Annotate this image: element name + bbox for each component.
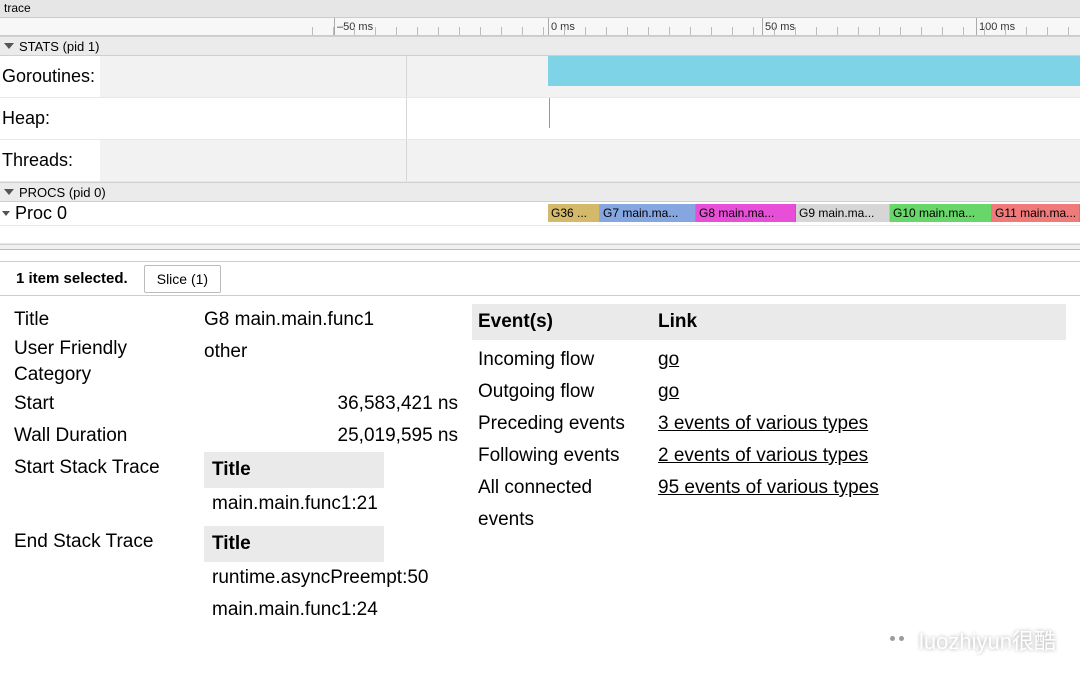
events-header-link: Link bbox=[652, 304, 1066, 340]
track-goroutines[interactable]: Goroutines: bbox=[0, 56, 1080, 98]
track-proc0-sub bbox=[0, 226, 1080, 244]
track-label-proc0: Proc 0 bbox=[0, 202, 100, 225]
detail-endstack-label: End Stack Trace bbox=[14, 526, 204, 626]
detail-title-value: G8 main.main.func1 bbox=[204, 304, 464, 336]
detail-start-label: Start bbox=[14, 388, 204, 420]
chevron-down-icon bbox=[2, 211, 10, 216]
detail-category-value: other bbox=[204, 336, 464, 388]
event-row: Preceding events 3 events of various type… bbox=[472, 408, 1066, 440]
event-row: Incoming flow go bbox=[472, 344, 1066, 376]
event-link[interactable]: go bbox=[658, 349, 679, 370]
tab-slice[interactable]: Slice (1) bbox=[144, 265, 221, 293]
ruler-tick: 50 ms bbox=[762, 18, 795, 35]
track-heap[interactable]: Heap: bbox=[0, 98, 1080, 140]
track-label-heap: Heap: bbox=[0, 98, 100, 139]
heap-mark[interactable] bbox=[549, 98, 550, 128]
event-row: All connected events 95 events of various… bbox=[472, 472, 1066, 536]
stack-frame: main.main.func1:24 bbox=[204, 594, 464, 626]
time-ruler[interactable]: –50 ms0 ms50 ms100 ms bbox=[0, 18, 1080, 36]
endstack-col-header: Title bbox=[204, 526, 384, 562]
proc-slice[interactable]: G9 main.ma... bbox=[796, 204, 890, 222]
events-header-event: Event(s) bbox=[472, 304, 652, 340]
selection-summary: 1 item selected. bbox=[16, 270, 128, 287]
chevron-down-icon bbox=[4, 43, 14, 49]
track-area-goroutines[interactable] bbox=[100, 56, 1080, 97]
detail-title-label: Title bbox=[14, 304, 204, 336]
stats-section-header[interactable]: STATS (pid 1) bbox=[0, 36, 1080, 56]
procs-section-header[interactable]: PROCS (pid 0) bbox=[0, 182, 1080, 202]
event-row: Outgoing flow go bbox=[472, 376, 1066, 408]
detail-wall-value: 25,019,595 ns bbox=[204, 420, 464, 452]
detail-start-value: 36,583,421 ns bbox=[204, 388, 464, 420]
event-name: Incoming flow bbox=[472, 344, 652, 376]
track-area-threads[interactable] bbox=[100, 140, 1080, 181]
event-link[interactable]: 95 events of various types bbox=[658, 477, 879, 498]
watermark-text: luozhiyun很酷 bbox=[919, 624, 1056, 656]
window-title: trace bbox=[0, 0, 1080, 18]
proc-slice[interactable]: G36 ... bbox=[548, 204, 600, 222]
track-area-proc0[interactable]: G36 ...G7 main.ma...G8 main.ma...G9 main… bbox=[100, 202, 1080, 225]
detail-category-label: User Friendly Category bbox=[14, 336, 204, 388]
track-label-goroutines: Goroutines: bbox=[0, 56, 100, 97]
stack-frame: main.main.func1:21 bbox=[204, 488, 464, 520]
event-link[interactable]: 2 events of various types bbox=[658, 445, 868, 466]
event-name: Outgoing flow bbox=[472, 376, 652, 408]
event-name: Preceding events bbox=[472, 408, 652, 440]
event-name: Following events bbox=[472, 440, 652, 472]
proc0-label-text: Proc 0 bbox=[15, 203, 67, 224]
ruler-tick: 100 ms bbox=[976, 18, 1015, 35]
stack-frame: runtime.asyncPreempt:50 bbox=[204, 562, 464, 594]
chevron-down-icon bbox=[4, 189, 14, 195]
event-link[interactable]: go bbox=[658, 381, 679, 402]
proc-slice[interactable]: G8 main.ma... bbox=[696, 204, 796, 222]
detail-tab-bar: 1 item selected. Slice (1) bbox=[0, 262, 1080, 296]
details-right-column: Event(s) Link Incoming flowgoOutgoing fl… bbox=[472, 304, 1066, 626]
watermark: luozhiyun很酷 bbox=[883, 624, 1056, 656]
proc-slice[interactable]: G11 main.ma... bbox=[992, 204, 1080, 222]
detail-startstack-label: Start Stack Trace bbox=[14, 452, 204, 520]
details-panel: Title G8 main.main.func1 User Friendly C… bbox=[0, 296, 1080, 634]
detail-wall-label: Wall Duration bbox=[14, 420, 204, 452]
track-proc0[interactable]: Proc 0 G36 ...G7 main.ma...G8 main.ma...… bbox=[0, 202, 1080, 226]
event-row: Following events 2 events of various type… bbox=[472, 440, 1066, 472]
event-link[interactable]: 3 events of various types bbox=[658, 413, 868, 434]
details-left-column: Title G8 main.main.func1 User Friendly C… bbox=[14, 304, 464, 626]
proc-slice[interactable]: G7 main.ma... bbox=[600, 204, 696, 222]
proc-slice[interactable]: G10 main.ma... bbox=[890, 204, 992, 222]
procs-header-label: PROCS (pid 0) bbox=[19, 185, 106, 200]
track-threads[interactable]: Threads: bbox=[0, 140, 1080, 182]
goroutine-activity-bar[interactable] bbox=[548, 56, 1080, 86]
events-header: Event(s) Link bbox=[472, 304, 1066, 340]
event-name: All connected events bbox=[472, 472, 652, 536]
ruler-tick: 0 ms bbox=[548, 18, 575, 35]
stats-header-label: STATS (pid 1) bbox=[19, 39, 99, 54]
wechat-icon bbox=[883, 626, 911, 654]
track-area-heap[interactable] bbox=[100, 98, 1080, 139]
track-label-threads: Threads: bbox=[0, 140, 100, 181]
panel-gap bbox=[0, 250, 1080, 262]
startstack-col-header: Title bbox=[204, 452, 384, 488]
